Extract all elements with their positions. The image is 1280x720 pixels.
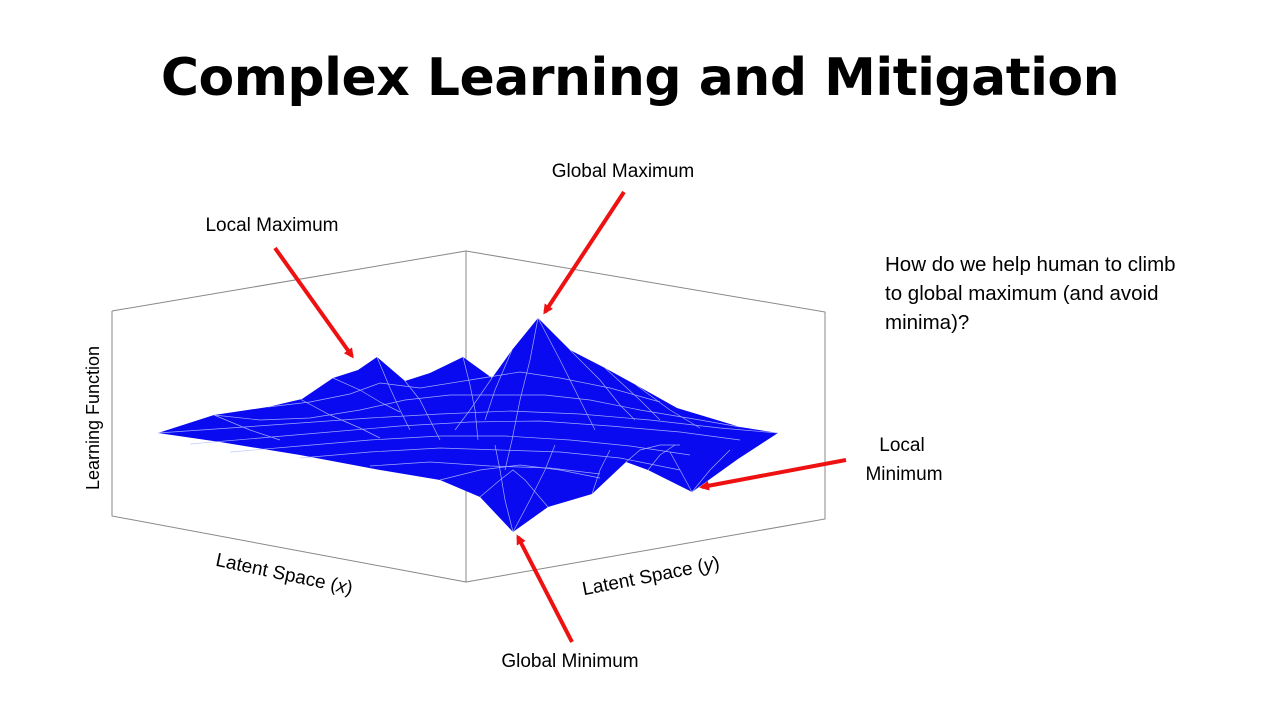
- local-minimum-label-line1: Local: [879, 435, 924, 456]
- surface-mesh: [157, 317, 779, 533]
- arrow-global-minimum: [516, 534, 574, 643]
- arrow-local-maximum: [273, 246, 354, 359]
- surface-fill: [158, 318, 778, 532]
- local-maximum-label: Local Maximum: [205, 215, 338, 236]
- local-minimum-label-line2: Minimum: [865, 464, 942, 485]
- arrow-global-maximum: [543, 190, 626, 315]
- surface-plot: Learning Function Latent Space (x) Laten…: [83, 161, 943, 672]
- global-minimum-label: Global Minimum: [501, 651, 638, 672]
- global-maximum-label: Global Maximum: [552, 161, 695, 182]
- z-axis-label: Learning Function: [83, 346, 103, 490]
- y-axis-label: Latent Space (y): [581, 553, 722, 600]
